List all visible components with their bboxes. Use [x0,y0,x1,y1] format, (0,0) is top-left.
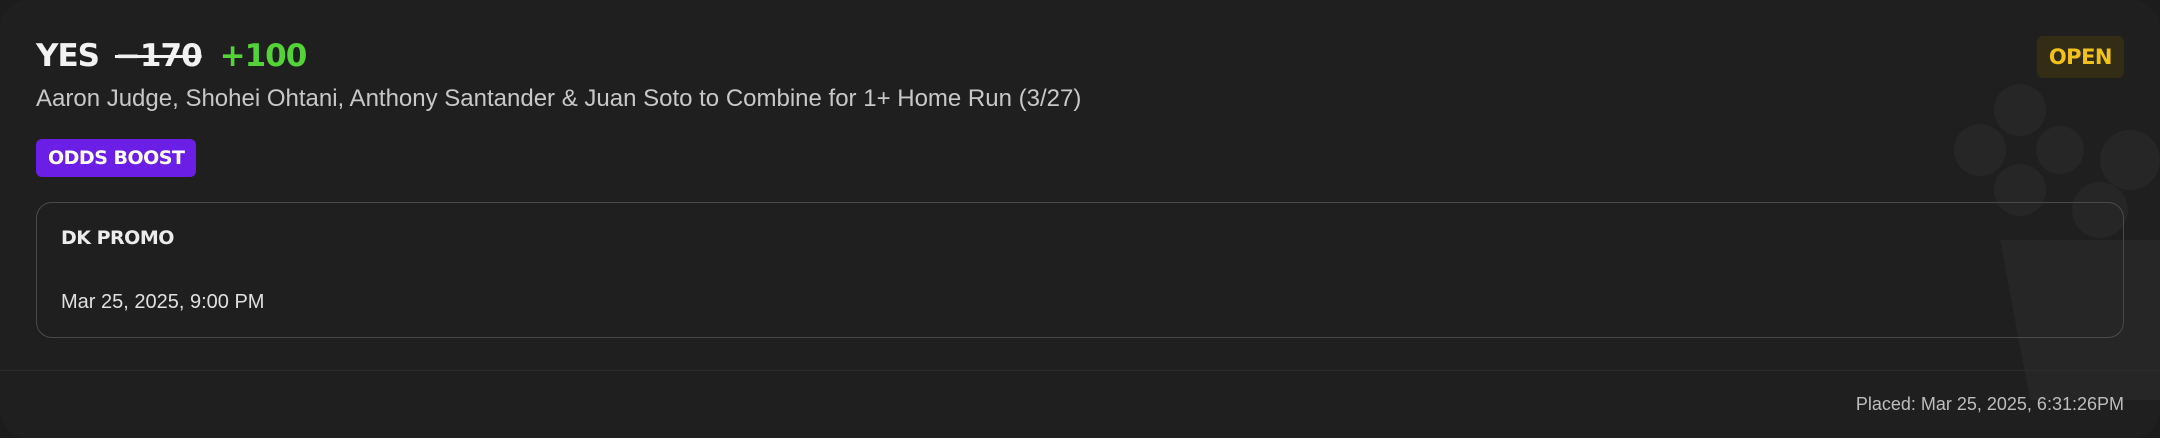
boosted-odds: +100 [219,38,308,74]
divider [0,370,2160,371]
status-badge: OPEN [2036,36,2124,78]
bet-description: Aaron Judge, Shohei Ohtani, Anthony Sant… [36,85,1082,112]
original-odds: −170 [114,38,203,74]
promo-title: DK PROMO [61,227,174,249]
pick-label: YES [36,38,100,74]
promo-date: Mar 25, 2025, 9:00 PM [61,291,265,313]
promo-box[interactable]: DK PROMO Mar 25, 2025, 9:00 PM [36,202,2124,338]
bet-card: YES −170 +100 OPEN Aaron Judge, Shohei O… [0,0,2160,438]
bet-header: YES −170 +100 [36,38,308,74]
odds-boost-badge: ODDS BOOST [36,139,197,177]
placed-timestamp: Placed: Mar 25, 2025, 6:31:26PM [1855,394,2124,414]
